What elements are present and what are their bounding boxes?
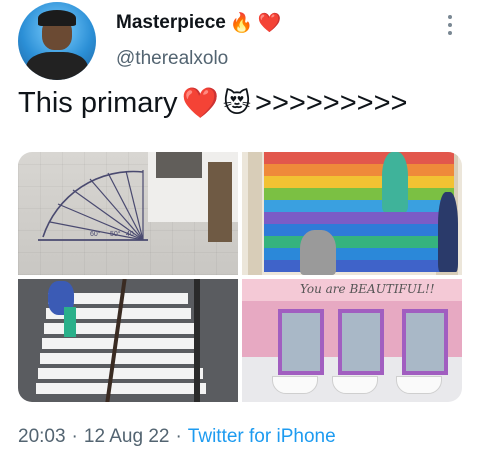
compass-drawing: 60° 50° 40 bbox=[38, 170, 148, 241]
heart-eyes-cat-emoji-icon: 😻 bbox=[222, 88, 252, 118]
media-grid: 60° 50° 40 You are BEAUTIFUL!! bbox=[18, 152, 462, 402]
tweet-source-link[interactable]: Twitter for iPhone bbox=[188, 426, 336, 448]
stair-step bbox=[264, 248, 454, 260]
stair-step bbox=[264, 260, 454, 272]
svg-text:60°: 60° bbox=[90, 230, 101, 238]
stair-rail bbox=[194, 279, 200, 402]
stair-step bbox=[264, 188, 454, 200]
fire-emoji-icon: 🔥 bbox=[229, 12, 254, 34]
stair-step bbox=[264, 212, 454, 224]
tweet-time[interactable]: 20:03 bbox=[18, 426, 66, 448]
stair-step bbox=[264, 176, 454, 188]
sink bbox=[332, 376, 378, 394]
more-dot bbox=[448, 31, 452, 35]
photo-bathroom[interactable]: You are BEAUTIFUL!! bbox=[242, 279, 462, 402]
meta-separator: · bbox=[71, 426, 78, 447]
student-figure bbox=[382, 152, 408, 212]
red-heart-emoji-icon: ❤️ bbox=[181, 87, 219, 120]
more-dot bbox=[448, 15, 452, 19]
stair-step bbox=[42, 338, 197, 349]
mirror bbox=[402, 309, 448, 375]
bathroom-banner-text: You are BEAUTIFUL!! bbox=[300, 282, 435, 296]
author-name-row[interactable]: Masterpiece 🔥 ❤️ bbox=[116, 12, 281, 34]
student-legs bbox=[64, 307, 76, 337]
heart-emoji-icon: ❤️ bbox=[257, 12, 282, 34]
tweet-date[interactable]: 12 Aug 22 bbox=[84, 426, 170, 448]
sink bbox=[396, 376, 442, 394]
stair-step bbox=[36, 383, 206, 394]
stair-step bbox=[264, 224, 454, 236]
stair-step bbox=[264, 200, 454, 212]
author-handle[interactable]: @therealxolo bbox=[116, 48, 228, 70]
photo-multiplication-stairs[interactable] bbox=[18, 279, 238, 402]
stair-wall-left bbox=[248, 152, 262, 275]
stair-step bbox=[264, 236, 454, 248]
tweet-text-trailing: >>>>>>>>> bbox=[255, 87, 408, 119]
stair-step bbox=[264, 164, 454, 176]
meta-separator: · bbox=[175, 426, 182, 447]
more-dot bbox=[448, 23, 452, 27]
avatar[interactable] bbox=[18, 2, 96, 80]
photo-floor-compass[interactable]: 60° 50° 40 bbox=[18, 152, 238, 275]
sink bbox=[272, 376, 318, 394]
more-options-icon[interactable] bbox=[440, 12, 460, 38]
stair-step bbox=[38, 368, 203, 379]
student-figure bbox=[438, 192, 458, 272]
tweet-text: This primary ❤️ 😻 >>>>>>>>> bbox=[18, 86, 407, 121]
student-figure bbox=[300, 230, 336, 275]
mirror bbox=[338, 309, 384, 375]
avatar-cap bbox=[38, 10, 76, 26]
photo-rainbow-stairs[interactable] bbox=[242, 152, 462, 275]
avatar-body bbox=[26, 52, 88, 80]
tweet-text-body: This primary bbox=[18, 87, 178, 119]
svg-text:40: 40 bbox=[126, 231, 134, 238]
stair-step bbox=[40, 353, 200, 364]
svg-text:50°: 50° bbox=[110, 230, 121, 238]
tweet-meta: 20:03 · 12 Aug 22 · Twitter for iPhone bbox=[18, 426, 336, 448]
mirror bbox=[278, 309, 324, 375]
stair-step bbox=[264, 152, 454, 164]
author-name[interactable]: Masterpiece bbox=[116, 12, 226, 34]
